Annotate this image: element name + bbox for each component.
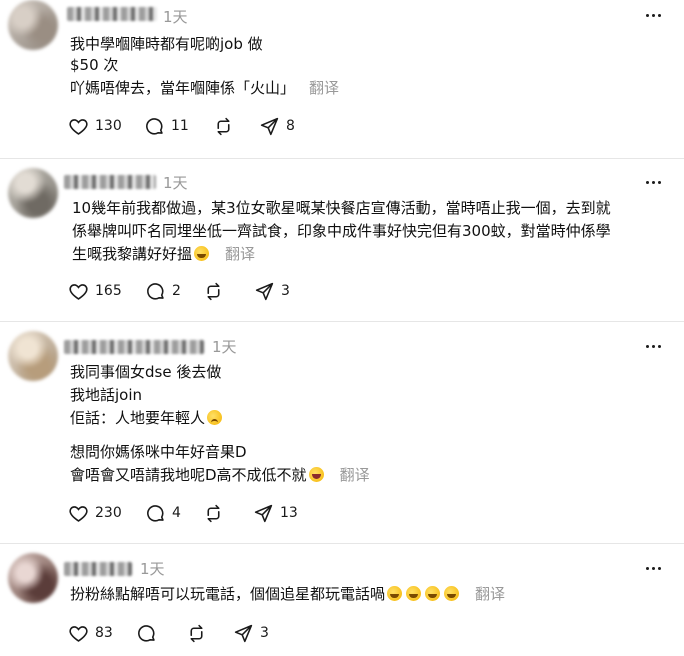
post-text-line: 我同事個女dse 後去做	[70, 363, 222, 381]
post-text-line: 生嘅我黎講好好搵 翻译	[72, 243, 255, 265]
share-count: 3	[281, 283, 290, 299]
author-name[interactable]	[64, 340, 204, 354]
post-time[interactable]: 1天	[163, 172, 188, 193]
post-text-line: 係舉牌叫吓名同埋坐低一齊試食，印象中成件事好快完但有300蚊，對當時仲係學	[72, 222, 611, 240]
like-count: 83	[95, 625, 113, 641]
like-count: 130	[95, 118, 122, 134]
rolling-laughing-emoji	[425, 586, 441, 601]
comment-count: 11	[171, 118, 189, 134]
like-count: 165	[95, 283, 122, 299]
comment-button[interactable]: 2	[145, 280, 181, 302]
repost-arrows-icon	[217, 117, 230, 135]
author-name[interactable]	[64, 175, 156, 189]
post-time[interactable]: 1天	[212, 336, 237, 357]
avatar[interactable]	[8, 553, 58, 603]
post-text: 吖媽唔俾去，當年嗰陣係「火山」	[70, 79, 296, 97]
comment-button[interactable]: 11	[144, 115, 189, 137]
post-text: 生嘅我黎講好好搵	[72, 245, 193, 263]
rolling-laughing-emoji	[406, 586, 422, 601]
send-arrow-icon	[255, 282, 274, 300]
heart-icon	[69, 118, 88, 135]
like-button[interactable]: 83	[68, 622, 113, 644]
post-4: 1天 扮粉絲點解唔可以玩電話，個個追星都玩電話喎 翻译 83 3	[0, 543, 684, 656]
send-arrow-icon	[260, 117, 279, 135]
pleading-face-emoji	[207, 410, 223, 425]
like-count: 230	[95, 505, 122, 521]
comment-button[interactable]	[136, 622, 163, 644]
rolling-laughing-emoji	[387, 586, 403, 601]
repost-button[interactable]	[203, 502, 230, 524]
share-count: 8	[286, 118, 295, 134]
translate-link[interactable]: 翻译	[309, 79, 339, 97]
like-button[interactable]: 230	[68, 502, 122, 524]
repost-button[interactable]	[186, 622, 213, 644]
avatar[interactable]	[8, 331, 58, 381]
more-dots-icon[interactable]	[646, 567, 662, 571]
post-text: 扮粉絲點解唔可以玩電話，個個追星都玩電話喎	[70, 585, 386, 603]
post-text-line: $50 次	[70, 56, 119, 74]
repost-button[interactable]	[213, 115, 240, 137]
post-text-line: 想問你媽係咪中年好音果D	[70, 443, 247, 461]
avatar[interactable]	[8, 0, 58, 50]
heart-icon	[69, 625, 88, 642]
repost-button[interactable]	[203, 280, 230, 302]
laughing-face-emoji	[308, 467, 324, 482]
heart-icon	[69, 283, 88, 300]
author-name[interactable]	[64, 562, 132, 576]
like-button[interactable]: 165	[68, 280, 122, 302]
share-button[interactable]: 3	[254, 280, 290, 302]
more-dots-icon[interactable]	[646, 345, 662, 349]
comment-bubble-icon	[147, 504, 164, 522]
send-arrow-icon	[234, 624, 253, 642]
more-dots-icon[interactable]	[646, 14, 662, 18]
post-text-line: 會唔會又唔請我地呢D高不成低不就 翻译	[70, 464, 370, 486]
translate-link[interactable]: 翻译	[340, 466, 370, 484]
post-time[interactable]: 1天	[140, 558, 165, 579]
post-text-line: 扮粉絲點解唔可以玩電話，個個追星都玩電話喎 翻译	[70, 583, 505, 605]
repost-arrows-icon	[207, 282, 220, 300]
translate-link[interactable]: 翻译	[475, 585, 505, 603]
share-button[interactable]: 3	[233, 622, 269, 644]
author-name[interactable]	[67, 7, 157, 21]
comment-bubble-icon	[138, 624, 155, 642]
post-text-line: 10幾年前我都做過，某3位女歌星嘅某快餐店宣傳活動，當時唔止我一個，去到就	[72, 199, 611, 217]
send-arrow-icon	[254, 504, 273, 522]
repost-arrows-icon	[207, 504, 220, 522]
post-text-line: 我地話join	[70, 386, 143, 404]
more-dots-icon[interactable]	[646, 181, 662, 185]
comment-button[interactable]: 4	[145, 502, 181, 524]
post-3: 1天 我同事個女dse 後去做 我地話join 佢話：人地要年輕人 想問你媽係咪…	[0, 321, 684, 543]
comment-count: 4	[172, 505, 181, 521]
comment-bubble-icon	[147, 282, 164, 300]
share-button[interactable]: 8	[259, 115, 295, 137]
post-text-line: 我中學嗰陣時都有呢啲job 做	[70, 35, 263, 53]
heart-icon	[69, 505, 88, 522]
share-count: 3	[260, 625, 269, 641]
rolling-laughing-emoji	[444, 586, 460, 601]
like-button[interactable]: 130	[68, 115, 122, 137]
comment-count: 2	[172, 283, 181, 299]
comment-bubble-icon	[146, 117, 163, 135]
post-text: 會唔會又唔請我地呢D高不成低不就	[70, 466, 307, 484]
share-button[interactable]: 13	[253, 502, 298, 524]
repost-arrows-icon	[190, 624, 203, 642]
post-text: 佢話：人地要年輕人	[70, 409, 206, 427]
avatar[interactable]	[8, 168, 58, 218]
rolling-laughing-emoji	[194, 246, 210, 261]
post-text-line: 佢話：人地要年輕人	[70, 407, 224, 429]
share-count: 13	[280, 505, 298, 521]
translate-link[interactable]: 翻译	[225, 245, 255, 263]
post-1: 1天 我中學嗰陣時都有呢啲job 做 $50 次 吖媽唔俾去，當年嗰陣係「火山」…	[0, 0, 684, 158]
post-time[interactable]: 1天	[163, 6, 188, 27]
post-2: 1天 10幾年前我都做過，某3位女歌星嘅某快餐店宣傳活動，當時唔止我一個，去到就…	[0, 158, 684, 321]
post-text-line: 吖媽唔俾去，當年嗰陣係「火山」 翻译	[70, 77, 339, 99]
